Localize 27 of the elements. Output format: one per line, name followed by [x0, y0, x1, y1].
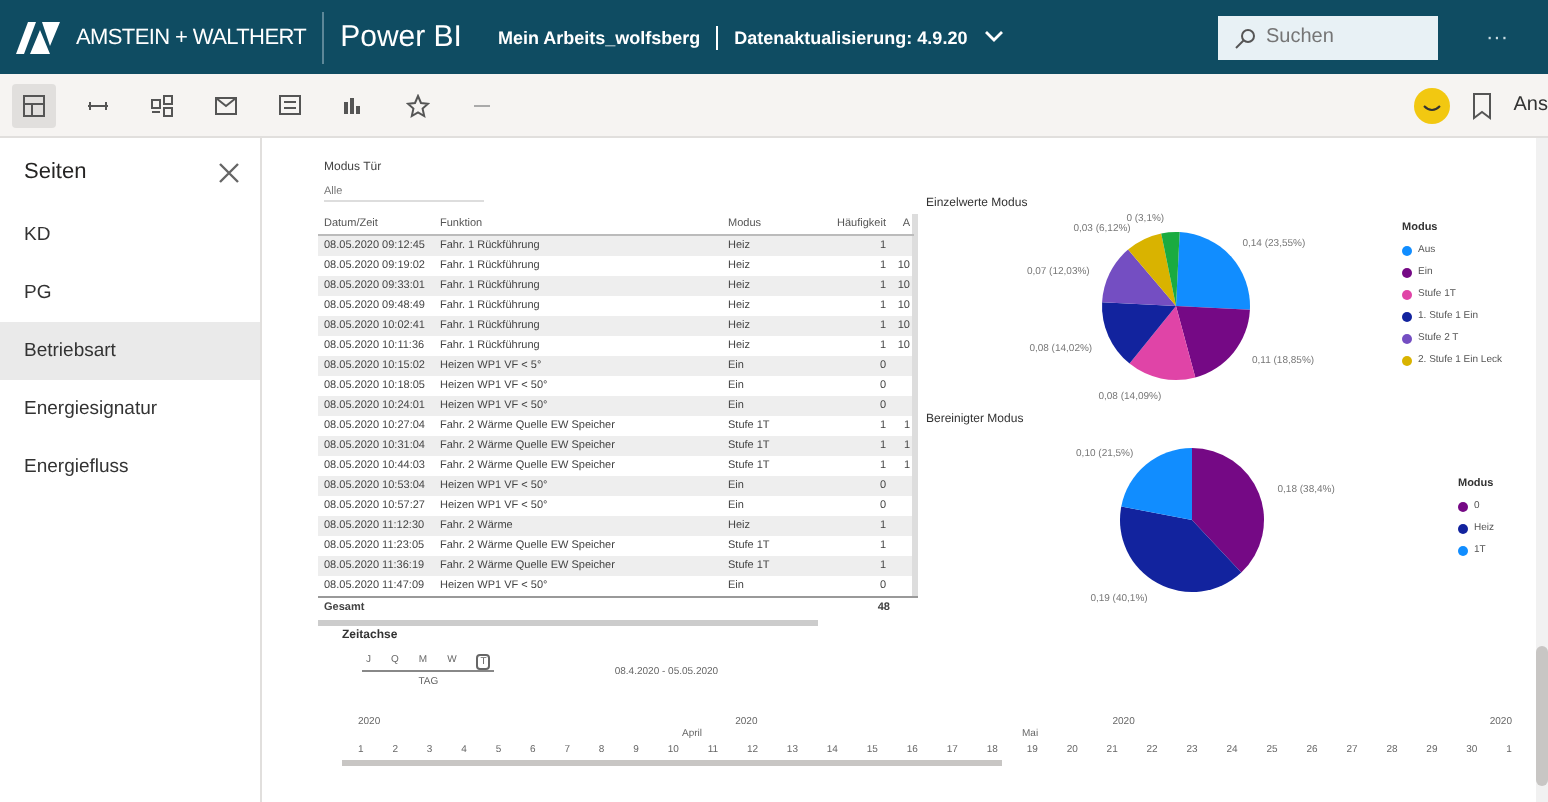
comment-icon[interactable] [278, 93, 302, 117]
page-item[interactable]: PG [0, 264, 260, 322]
view-menu[interactable]: Ans [1513, 94, 1548, 116]
mail-icon[interactable] [214, 93, 238, 117]
page-item[interactable]: Energiesignatur [0, 380, 260, 438]
bookmark-icon[interactable] [1469, 91, 1494, 119]
app-name: Power BI [340, 20, 462, 54]
workspace-name: Mein Arbeits_wolfsberg [497, 27, 701, 47]
grid-icon[interactable] [150, 93, 174, 117]
refresh-info: Datenaktualisierung: 4.9.20 [734, 27, 968, 47]
search-field[interactable]: Suchen [1218, 15, 1438, 59]
pages-title: Seiten [24, 160, 87, 184]
smiley-icon[interactable] [1413, 87, 1450, 123]
scrollbar-thumb[interactable] [342, 760, 1002, 766]
star-icon[interactable] [406, 93, 430, 117]
chart-icon[interactable] [342, 93, 366, 117]
pages-icon[interactable] [22, 93, 46, 117]
scrollbar-thumb[interactable] [1536, 646, 1548, 786]
company-logo-text: AMSTEIN + WALTHERT [76, 25, 307, 49]
logo-icon [16, 21, 60, 53]
page-item[interactable]: Betriebsart [0, 322, 260, 380]
chevron-down-icon[interactable] [983, 30, 1004, 44]
close-icon[interactable] [218, 161, 240, 183]
more-button[interactable]: ··· [1486, 25, 1508, 49]
page-item[interactable]: KD [0, 206, 260, 264]
page-item[interactable]: Energiefluss [0, 438, 260, 496]
search-icon [1234, 27, 1256, 49]
